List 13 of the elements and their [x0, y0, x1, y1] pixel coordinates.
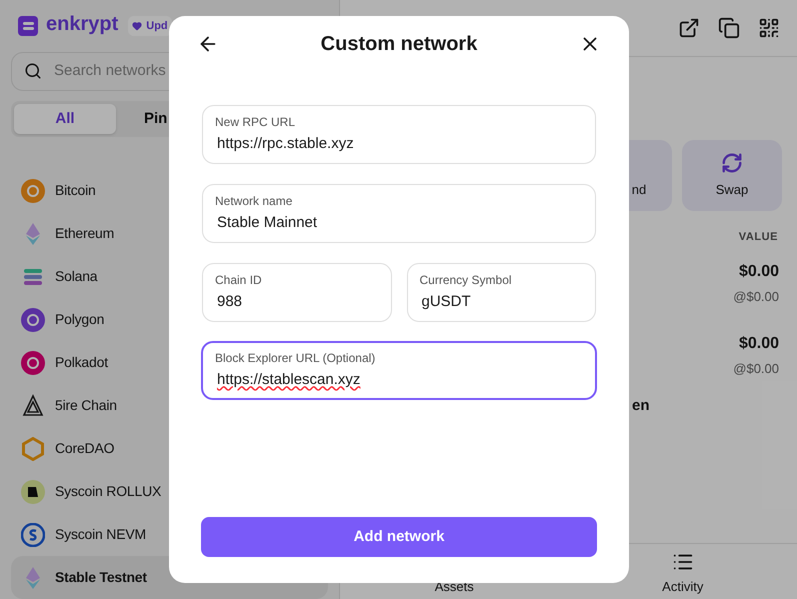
asset-price: @$0.00 [733, 360, 779, 378]
field-label: New RPC URL [215, 114, 296, 132]
token-name: en [632, 396, 650, 414]
field-label: Chain ID [215, 272, 263, 290]
asset-value: $0.00 [738, 262, 779, 282]
field-label: Block Explorer URL (Optional) [215, 350, 376, 368]
asset-price: @$0.00 [733, 288, 779, 306]
field-label: Network name [215, 193, 294, 210]
dialog-title: Custom network [320, 32, 478, 57]
logo-text: enkrypt [46, 14, 118, 34]
field-label: Currency Symbol [420, 272, 513, 290]
asset-value: $0.00 [738, 334, 779, 354]
column-header: VALUE [738, 230, 778, 245]
